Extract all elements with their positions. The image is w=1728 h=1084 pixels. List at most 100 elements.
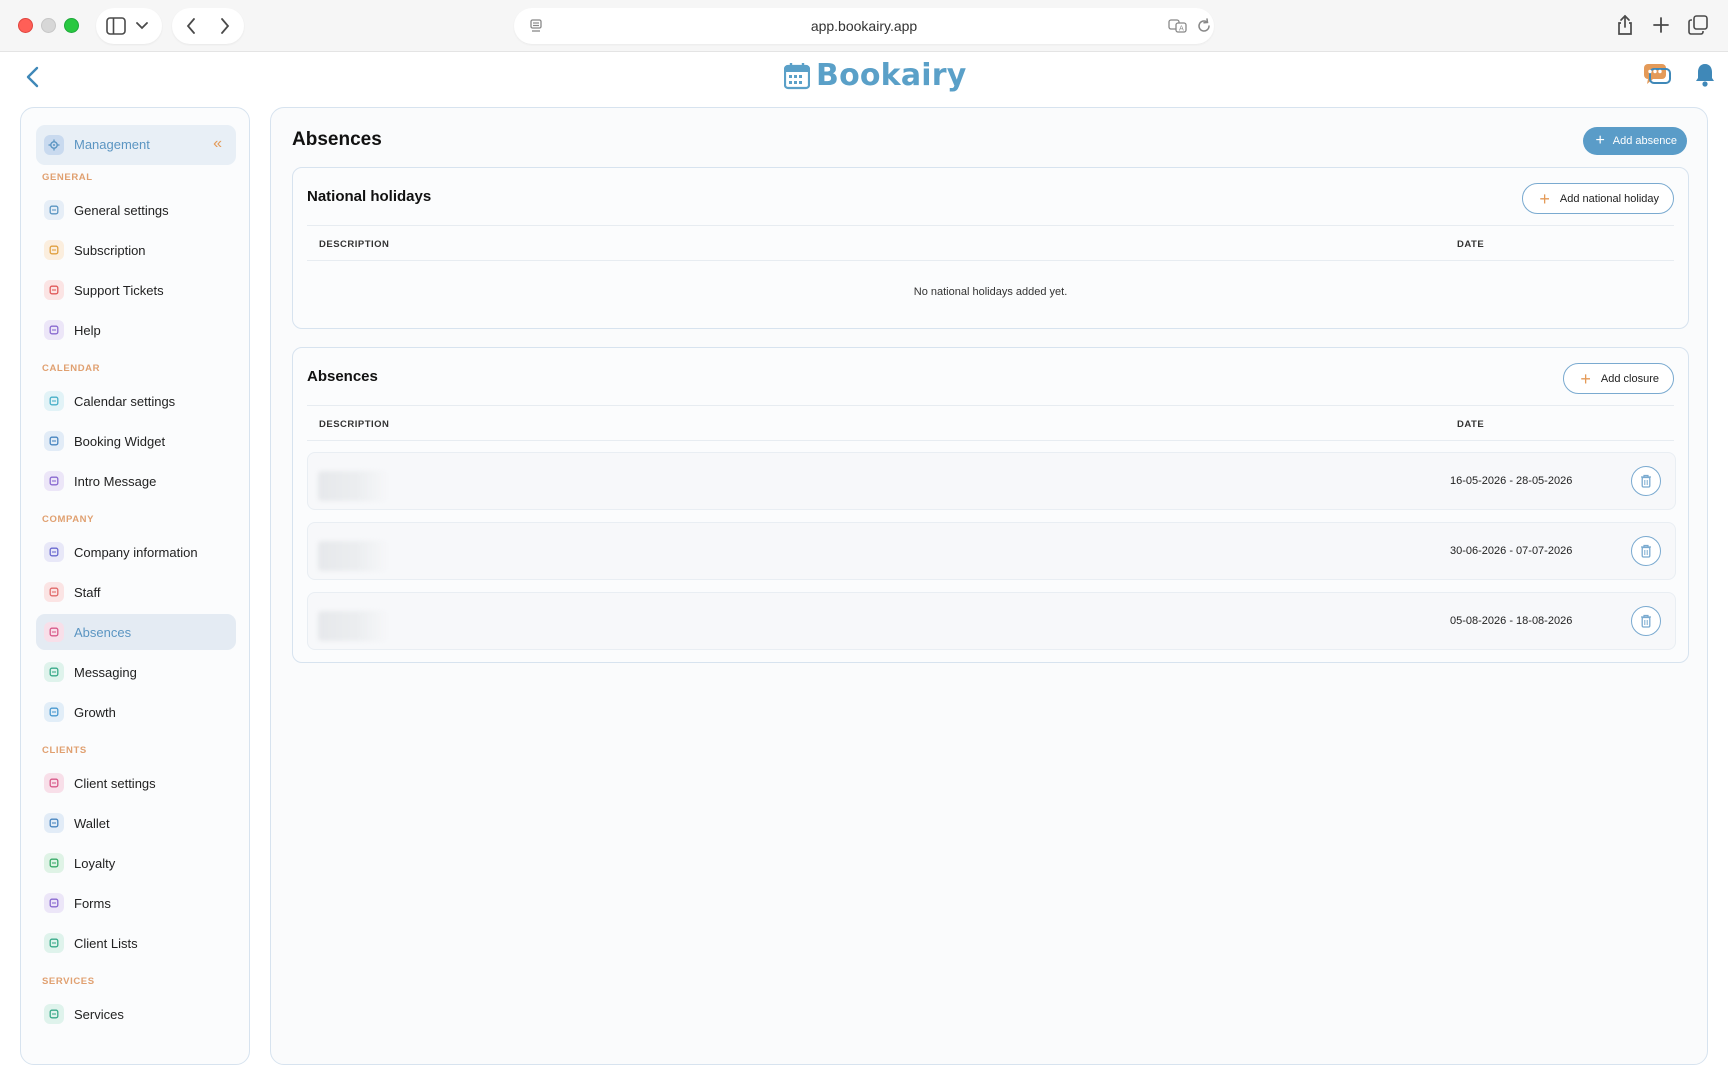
collapse-sidebar-icon[interactable]: « [213,135,222,153]
people-icon [44,582,64,602]
sidebar-item-subscription[interactable]: Subscription [36,232,236,268]
back-arrow-icon[interactable] [186,18,196,34]
sidebar-item-client-settings[interactable]: Client settings [36,765,236,801]
headset-icon [44,280,64,300]
table-row[interactable]: 05-08-2026 - 18-08-2026 [307,592,1676,650]
trend-icon [44,702,64,722]
bell-icon[interactable] [1694,62,1716,88]
sidebar-item-label: Services [74,1007,124,1022]
sidebar-item-absences[interactable]: Absences [36,614,236,650]
table-row[interactable]: 30-06-2026 - 07-07-2026 [307,522,1676,580]
sidebar-item-staff[interactable]: Staff [36,574,236,610]
sidebar-item-wallet[interactable]: Wallet [36,805,236,841]
sidebar-section-clients: CLIENTS [42,745,87,756]
empty-state-message: No national holidays added yet. [913,286,1068,298]
sidebar-item-forms[interactable]: Forms [36,885,236,921]
sidebar-item-label: Company information [74,545,198,560]
calendar-logo-icon [784,62,810,89]
redacted-description [318,471,388,501]
back-icon[interactable] [18,62,48,92]
wallet-icon [44,813,64,833]
absence-date-range: 30-06-2026 - 07-07-2026 [1450,545,1573,557]
absences-card: Absences + Add closure DESCRIPTION DATE … [292,347,1689,663]
page-title: Absences [292,129,382,150]
chat-icon [44,662,64,682]
sidebar-toggle-button[interactable] [96,8,162,44]
column-header-description[interactable]: DESCRIPTION [319,239,389,250]
column-header-date[interactable]: DATE [1457,419,1484,430]
column-header-description[interactable]: DESCRIPTION [319,419,389,430]
sidebar-item-client-lists[interactable]: Client Lists [36,925,236,961]
sidebar-item-calendar-settings[interactable]: Calendar settings [36,383,236,419]
sidebar-item-loyalty[interactable]: Loyalty [36,845,236,881]
new-tab-icon[interactable] [1652,16,1670,34]
national-holidays-title: National holidays [307,188,432,205]
sidebar-item-booking-widget[interactable]: Booking Widget [36,423,236,459]
add-closure-button[interactable]: + Add closure [1563,363,1674,394]
share-icon[interactable] [1616,14,1634,36]
chat-bubbles-icon[interactable] [1642,62,1672,88]
column-header-date[interactable]: DATE [1457,239,1484,250]
add-absence-button[interactable]: + Add absence [1583,127,1687,155]
sidebar-item-label: Staff [74,585,101,600]
sidebar-item-company-information[interactable]: Company information [36,534,236,570]
delete-absence-button[interactable] [1631,466,1661,496]
minimize-window-button[interactable] [41,18,56,33]
sidebar-icon [106,17,126,35]
address-bar[interactable]: app.bookairy.app A [514,8,1214,44]
logo-text: Bookairy [816,58,967,93]
tab-overview-icon[interactable] [1688,15,1708,35]
app-logo[interactable]: Bookairy [784,58,967,93]
form-icon [44,893,64,913]
add-absence-label: Add absence [1612,135,1677,147]
sidebar-item-general-settings[interactable]: General settings [36,192,236,228]
add-national-holiday-label: Add national holiday [1559,192,1659,205]
translate-icon[interactable]: A [1168,18,1188,34]
zoom-window-button[interactable] [64,18,79,33]
management-header[interactable]: Management « [36,125,236,165]
delete-absence-button[interactable] [1631,606,1661,636]
redacted-description [318,541,388,571]
sidebar-item-services[interactable]: Services [36,996,236,1032]
sidebar-item-label: Messaging [74,665,137,680]
building-icon [44,542,64,562]
forward-arrow-icon[interactable] [220,18,230,34]
sidebar-item-intro-message[interactable]: Intro Message [36,463,236,499]
browser-toolbar: app.bookairy.app A [0,0,1728,52]
delete-absence-button[interactable] [1631,536,1661,566]
sidebar-item-messaging[interactable]: Messaging [36,654,236,690]
plus-icon: + [1595,132,1605,149]
trash-icon [1641,614,1651,628]
sidebar-item-label: Calendar settings [74,394,176,409]
national-holidays-card: National holidays + Add national holiday… [292,167,1689,329]
sliders-icon [44,200,64,220]
message-icon [44,471,64,491]
sidebar-item-help[interactable]: Help [36,312,236,348]
plus-icon: + [1580,368,1591,389]
sidebar-item-support-tickets[interactable]: Support Tickets [36,272,236,308]
sidebar-item-label: Absences [74,625,132,640]
add-national-holiday-button[interactable]: + Add national holiday [1522,183,1674,214]
sidebar-section-company: COMPANY [42,514,95,525]
list-icon [44,933,64,953]
tag-icon [44,853,64,873]
gear-icon [44,135,64,155]
absences-table-header: DESCRIPTION DATE [307,405,1674,441]
sidebar-item-label: Intro Message [74,474,157,489]
calendar-icon [44,391,64,411]
svg-text:A: A [1179,25,1184,33]
sidebar-item-label: Client settings [74,776,156,791]
table-row[interactable]: 16-05-2026 - 28-05-2026 [307,452,1676,510]
sidebar-item-label: Wallet [74,816,110,831]
sidebar-section-services: SERVICES [42,976,95,987]
main-content: Absences + Add absence National holidays… [270,107,1708,1065]
absences-card-title: Absences [307,368,378,385]
widget-icon [44,431,64,451]
sidebar-item-growth[interactable]: Growth [36,694,236,730]
trash-icon [1641,474,1651,488]
sidebar-item-label: Help [74,323,101,338]
service-tag-icon [44,1004,64,1024]
close-window-button[interactable] [18,18,33,33]
reload-icon[interactable] [1196,18,1212,34]
url-text[interactable]: app.bookairy.app [514,18,1214,34]
